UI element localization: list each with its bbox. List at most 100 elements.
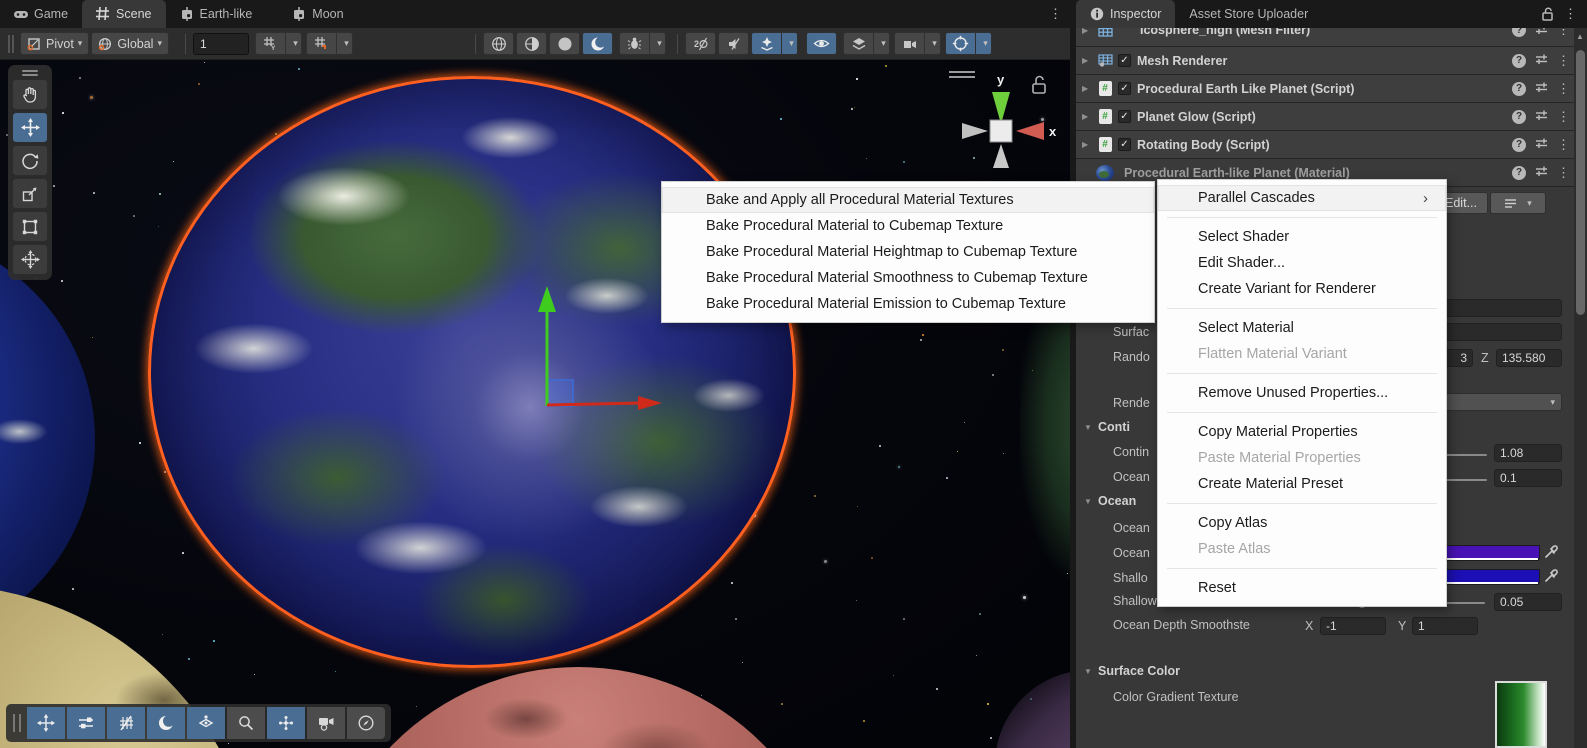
help-icon[interactable]: ? bbox=[1512, 166, 1526, 180]
scene-tabbar-menu-icon[interactable]: ⋮ bbox=[1041, 0, 1070, 28]
grid-slash-overlay-button[interactable] bbox=[107, 707, 145, 739]
menu-item-select-material[interactable]: Select Material bbox=[1158, 315, 1446, 341]
axis-y-cone[interactable] bbox=[992, 92, 1010, 124]
eyedropper-icon[interactable] bbox=[1544, 544, 1560, 560]
ocean1-value-field[interactable]: 0.1 bbox=[1494, 469, 1562, 487]
tab-moon[interactable]: Moon bbox=[278, 0, 357, 28]
tab-game[interactable]: Game bbox=[0, 0, 82, 28]
component-menu-icon[interactable]: ⋮ bbox=[1557, 137, 1570, 153]
presets-icon[interactable] bbox=[1535, 109, 1548, 124]
help-icon[interactable]: ? bbox=[1512, 138, 1526, 152]
component-enabled-checkbox[interactable]: ✓ bbox=[1118, 54, 1131, 67]
camera-view-dropdown-icon[interactable]: ▾ bbox=[925, 32, 941, 55]
axis-neg-y-cone[interactable] bbox=[993, 144, 1009, 168]
camera-overlay-button[interactable] bbox=[307, 707, 345, 739]
component-rotating-body[interactable]: ▶ # ✓ Rotating Body (Script) ? ⋮ bbox=[1076, 131, 1574, 159]
axis-x-cone[interactable] bbox=[1016, 122, 1044, 140]
tab-asset-store-uploader[interactable]: Asset Store Uploader bbox=[1175, 0, 1322, 28]
global-mode-button[interactable]: Global ▾ bbox=[91, 32, 169, 55]
foldout-open-icon[interactable]: ▼ bbox=[1084, 667, 1092, 676]
surface-color-header[interactable]: Surface Color bbox=[1098, 664, 1180, 678]
layers-icon[interactable] bbox=[843, 32, 874, 55]
color-gradient-thumbnail[interactable] bbox=[1495, 681, 1547, 748]
gizmo-diamond-overlay-button[interactable] bbox=[187, 707, 225, 739]
gizmos-target-icon[interactable] bbox=[945, 32, 976, 55]
toolbar-drag-handle[interactable] bbox=[8, 35, 14, 53]
pivot-mode-button[interactable]: Pivot ▾ bbox=[20, 32, 89, 55]
menu-item-select-shader[interactable]: Select Shader bbox=[1158, 224, 1446, 250]
shading-solid-button[interactable] bbox=[549, 32, 580, 55]
effects-icon[interactable] bbox=[751, 32, 782, 55]
grid-snap-dropdown-icon[interactable]: ▾ bbox=[337, 32, 353, 55]
axis-neg-x-cone[interactable] bbox=[962, 123, 988, 139]
tab-scene[interactable]: Scene bbox=[82, 0, 165, 28]
orientation-gizmo[interactable]: y x bbox=[945, 62, 1070, 172]
component-procedural-earth-like-planet[interactable]: ▶ # ✓ Procedural Earth Like Planet (Scri… bbox=[1076, 75, 1574, 103]
moon-red[interactable] bbox=[318, 667, 838, 748]
axis-center-cube[interactable] bbox=[990, 120, 1012, 142]
debug-dropdown-icon[interactable]: ▾ bbox=[650, 32, 666, 55]
foldout-open-icon[interactable]: ▼ bbox=[1084, 497, 1092, 506]
audio-toggle-button[interactable] bbox=[718, 32, 749, 55]
help-icon[interactable]: ? bbox=[1512, 82, 1526, 96]
help-icon[interactable]: ? bbox=[1512, 28, 1526, 37]
component-mesh-renderer[interactable]: ▶ ✓ Mesh Renderer ? ⋮ bbox=[1076, 47, 1574, 75]
smoothstep-y-field[interactable]: 1 bbox=[1412, 617, 1478, 635]
grid-axis-dropdown-icon[interactable]: ▾ bbox=[286, 32, 302, 55]
presets-icon[interactable] bbox=[1535, 165, 1548, 180]
foldout-icon[interactable]: ▶ bbox=[1082, 112, 1096, 121]
sliders-overlay-button[interactable] bbox=[67, 707, 105, 739]
eyedropper-icon[interactable] bbox=[1544, 568, 1560, 584]
foldout-icon[interactable]: ▶ bbox=[1082, 56, 1096, 65]
planet-blue-edge[interactable] bbox=[0, 230, 95, 650]
debug-bug-icon[interactable] bbox=[619, 32, 650, 55]
scene-viewport[interactable]: y x bbox=[0, 60, 1070, 748]
smoothstep-x-field[interactable]: -1 bbox=[1320, 617, 1386, 635]
foldout-icon[interactable]: ▶ bbox=[1082, 84, 1096, 93]
rotate-tool[interactable] bbox=[12, 145, 48, 176]
menu-item-bake-cubemap[interactable]: Bake Procedural Material to Cubemap Text… bbox=[662, 213, 1154, 239]
component-enabled-checkbox[interactable]: ✓ bbox=[1118, 138, 1131, 151]
shading-lit-button[interactable] bbox=[582, 32, 613, 55]
grid-axis-button[interactable]: Y bbox=[255, 32, 286, 55]
menu-item-bake-heightmap[interactable]: Bake Procedural Material Heightmap to Cu… bbox=[662, 239, 1154, 265]
move-tool-selected[interactable] bbox=[12, 112, 48, 143]
component-enabled-checkbox[interactable]: ✓ bbox=[1118, 82, 1131, 95]
help-icon[interactable]: ? bbox=[1512, 110, 1526, 124]
menu-item-reset[interactable]: Reset bbox=[1158, 575, 1446, 601]
camera-view-icon[interactable] bbox=[894, 32, 925, 55]
grid-snap-button[interactable] bbox=[306, 32, 337, 55]
component-menu-icon[interactable]: ⋮ bbox=[1557, 165, 1570, 181]
continent-value-field[interactable]: 1.08 bbox=[1494, 444, 1562, 462]
layers-dropdown-icon[interactable]: ▾ bbox=[874, 32, 890, 55]
component-enabled-checkbox[interactable]: ✓ bbox=[1118, 110, 1131, 123]
component-menu-icon[interactable]: ⋮ bbox=[1557, 28, 1570, 38]
menu-item-create-variant[interactable]: Create Variant for Renderer bbox=[1158, 276, 1446, 302]
menu-item-bake-emission[interactable]: Bake Procedural Material Emission to Cub… bbox=[662, 291, 1154, 317]
transform-tool[interactable] bbox=[12, 244, 48, 275]
foldout-icon[interactable]: ▶ bbox=[1082, 28, 1096, 35]
tab-inspector[interactable]: Inspector bbox=[1076, 0, 1175, 28]
continents-header[interactable]: Conti bbox=[1098, 420, 1130, 434]
foldout-open-icon[interactable]: ▼ bbox=[1084, 423, 1092, 432]
scroll-up-icon[interactable]: ▲ bbox=[1576, 32, 1584, 41]
inspector-scrollbar-thumb[interactable] bbox=[1576, 50, 1585, 315]
inspector-menu-icon[interactable]: ⋮ bbox=[1564, 6, 1577, 22]
tab-earth-like[interactable]: Earth-like bbox=[166, 0, 267, 28]
inspector-scrollbar[interactable]: ▲ bbox=[1574, 28, 1587, 748]
random-z-field[interactable]: 135.580 bbox=[1496, 349, 1562, 367]
search-overlay-button[interactable] bbox=[227, 707, 265, 739]
presets-icon[interactable] bbox=[1535, 137, 1548, 152]
unlock-icon[interactable] bbox=[1541, 7, 1554, 21]
menu-item-remove-unused-properties[interactable]: Remove Unused Properties... bbox=[1158, 380, 1446, 406]
effects-dropdown-icon[interactable]: ▾ bbox=[782, 32, 798, 55]
cluster-overlay-button[interactable] bbox=[267, 707, 305, 739]
component-planet-glow[interactable]: ▶ # ✓ Planet Glow (Script) ? ⋮ bbox=[1076, 103, 1574, 131]
rect-tool[interactable] bbox=[12, 211, 48, 242]
view-hand-tool[interactable] bbox=[12, 79, 48, 110]
earth-like-planet-selected[interactable] bbox=[148, 76, 796, 668]
presets-icon[interactable] bbox=[1535, 28, 1548, 38]
menu-item-create-material-preset[interactable]: Create Material Preset bbox=[1158, 471, 1446, 497]
menu-item-edit-shader[interactable]: Edit Shader... bbox=[1158, 250, 1446, 276]
scene-visibility-eye-icon[interactable] bbox=[806, 32, 837, 55]
